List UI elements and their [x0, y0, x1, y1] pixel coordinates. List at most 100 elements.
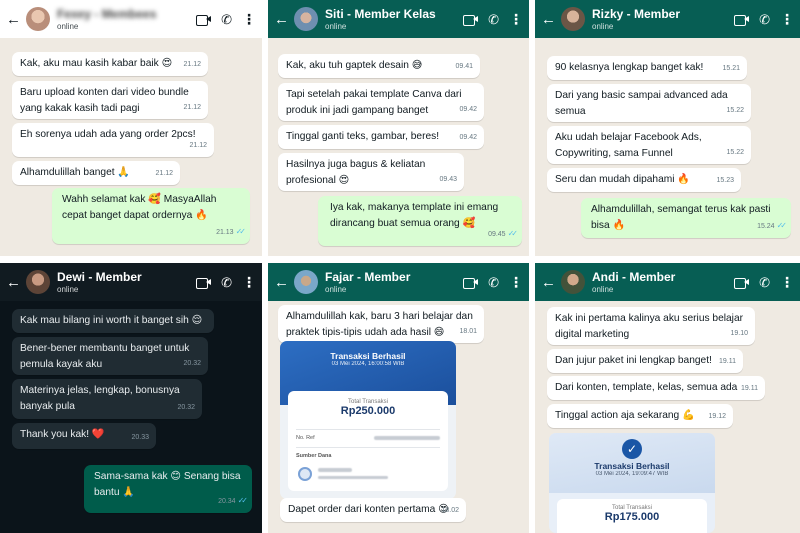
message-in[interactable]: Kak, aku tuh gaptek desain 😅 09.41: [278, 54, 480, 78]
message-list: Alhamdulillah kak, baru 3 hari belajar d…: [268, 301, 529, 533]
message-in[interactable]: Dan jujur paket ini lengkap banget! 19.1…: [547, 349, 743, 373]
total-amount: Rp250.000: [340, 405, 396, 417]
avatar[interactable]: [561, 7, 585, 31]
avatar[interactable]: [561, 270, 585, 294]
message-out[interactable]: Wahh selamat kak 🥰 MasyaAllah cepat bang…: [52, 188, 250, 244]
message-time: 18.01: [459, 328, 477, 335]
message-time: 21.12: [183, 104, 201, 111]
message-out[interactable]: Iya kak, makanya template ini emang dira…: [318, 196, 522, 246]
message-in[interactable]: Tinggal action aja sekarang 💪 19.12: [547, 404, 733, 428]
double-check-icon: ✓✓: [776, 221, 788, 230]
message-in[interactable]: Eh sorenya udah ada yang order 2pcs! 21.…: [12, 123, 214, 157]
video-call-icon[interactable]: [196, 14, 211, 26]
message-in[interactable]: Hasilnya juga bagus & keliatan profesion…: [278, 153, 464, 191]
video-call-icon[interactable]: [734, 14, 749, 26]
message-in[interactable]: Alhamdulillah banget 🙏 21.12: [12, 161, 180, 185]
message-text: 90 kelasnya lengkap banget kak!: [555, 62, 704, 73]
more-vertical-icon[interactable]: ⋮: [242, 275, 256, 289]
contact-name: Fajar - Member: [325, 270, 411, 284]
phone-icon[interactable]: ✆: [221, 276, 232, 289]
chat-header: ← Fexey - Membees online ✆ ⋮: [0, 0, 262, 38]
chat-panel-3: ← Rizky - Member online ✆ ⋮ 90 kelasnya …: [535, 0, 800, 256]
avatar[interactable]: [294, 7, 318, 31]
contact-info[interactable]: Rizky - Member online: [592, 7, 728, 31]
message-in[interactable]: 90 kelasnya lengkap banget kak! 15.21: [547, 56, 747, 80]
more-vertical-icon[interactable]: ⋮: [509, 275, 523, 289]
back-arrow-icon[interactable]: ←: [541, 12, 557, 27]
message-time: 20.34: [218, 498, 236, 505]
message-in[interactable]: Materinya jelas, lengkap, bonusnya banya…: [12, 379, 202, 419]
more-vertical-icon[interactable]: ⋮: [242, 12, 256, 26]
contact-info[interactable]: Andi - Member online: [592, 270, 728, 294]
contact-info[interactable]: Dewi - Member online: [57, 270, 190, 294]
avatar[interactable]: [26, 7, 50, 31]
receipt-date: 03 Mei 2024, 19:09:47 WIB: [595, 471, 669, 477]
message-in[interactable]: Alhamdulillah kak, baru 3 hari belajar d…: [278, 305, 484, 343]
message-out[interactable]: Alhamdulillah, semangat terus kak pasti …: [581, 198, 791, 238]
receipt-title: Transaksi Berhasil: [594, 461, 670, 471]
ref-number-redacted: [374, 436, 440, 440]
avatar[interactable]: [294, 270, 318, 294]
message-text: Kak mau bilang ini worth it banget sih 😌: [20, 315, 203, 326]
phone-icon[interactable]: ✆: [221, 13, 232, 26]
contact-status: online: [57, 22, 79, 31]
message-in[interactable]: Tinggal ganti teks, gambar, beres! 09.42: [278, 125, 484, 149]
phone-icon[interactable]: ✆: [759, 276, 770, 289]
message-in[interactable]: Tapi setelah pakai template Canva dari p…: [278, 83, 484, 121]
transaction-receipt-image[interactable]: Transaksi Berhasil 03 Mei 2024, 19:09:47…: [549, 433, 715, 533]
video-call-icon[interactable]: [734, 277, 749, 289]
contact-info[interactable]: Siti - Member Kelas online: [325, 7, 457, 31]
transaction-receipt-image[interactable]: Transaksi Berhasil 03 Mei 2024, 16:00:58…: [280, 341, 456, 499]
message-in[interactable]: Dari yang basic sampai advanced ada semu…: [547, 84, 751, 122]
more-vertical-icon[interactable]: ⋮: [780, 12, 794, 26]
message-in[interactable]: Seru dan mudah dipahami 🔥 15.23: [547, 168, 741, 192]
message-text: Tinggal action aja sekarang 💪: [555, 410, 695, 421]
video-call-icon[interactable]: [463, 277, 478, 289]
message-time: 21.12: [189, 142, 207, 149]
message-in[interactable]: Kak, aku mau kasih kabar baik 😍 21.12: [12, 52, 208, 76]
video-call-icon[interactable]: [463, 14, 478, 26]
back-arrow-icon[interactable]: ←: [6, 12, 22, 27]
phone-icon[interactable]: ✆: [488, 276, 499, 289]
back-arrow-icon[interactable]: ←: [6, 275, 22, 290]
back-arrow-icon[interactable]: ←: [274, 275, 290, 290]
more-vertical-icon[interactable]: ⋮: [509, 12, 523, 26]
message-in[interactable]: Dapet order dari konten pertama 😍 18.02: [280, 498, 466, 522]
divider: [296, 447, 440, 448]
message-time: 15.22: [726, 107, 744, 114]
phone-icon[interactable]: ✆: [759, 13, 770, 26]
message-time: 21.12: [183, 61, 201, 68]
message-time: 19.12: [708, 413, 726, 420]
message-text: Kak, aku tuh gaptek desain 😅: [286, 60, 423, 71]
back-arrow-icon[interactable]: ←: [274, 12, 290, 27]
chat-panel-5: ← Fajar - Member online ✆ ⋮ Alhamdulilla…: [268, 263, 529, 533]
message-in[interactable]: Baru upload konten dari video bundle yan…: [12, 81, 208, 119]
message-in[interactable]: Dari konten, template, kelas, semua ada …: [547, 376, 765, 400]
contact-info[interactable]: Fexey - Membees online: [57, 7, 190, 31]
receipt-card: Total Transaksi Rp175.000: [557, 499, 707, 533]
contact-status: online: [57, 285, 79, 294]
message-text: Alhamdulillah kak, baru 3 hari belajar d…: [286, 311, 473, 338]
message-text: Alhamdulillah, semangat terus kak pasti …: [591, 204, 771, 231]
chat-header: ← Dewi - Member online ✆ ⋮: [0, 263, 262, 301]
message-time: 09.42: [459, 106, 477, 113]
phone-icon[interactable]: ✆: [488, 13, 499, 26]
more-vertical-icon[interactable]: ⋮: [780, 275, 794, 289]
video-call-icon[interactable]: [196, 277, 211, 289]
message-text: Thank you kak! ❤️: [20, 429, 105, 440]
chat-header: ← Rizky - Member online ✆ ⋮: [535, 0, 800, 38]
message-time: 20.32: [177, 404, 195, 411]
message-in[interactable]: Bener-bener membantu banget untuk pemula…: [12, 337, 208, 375]
double-check-icon: ✓✓: [237, 496, 249, 505]
message-in[interactable]: Kak mau bilang ini worth it banget sih 😌: [12, 309, 214, 333]
avatar[interactable]: [26, 270, 50, 294]
message-time: 21.13: [216, 229, 234, 236]
message-in[interactable]: Thank you kak! ❤️ 20.33: [12, 423, 156, 449]
contact-info[interactable]: Fajar - Member online: [325, 270, 457, 294]
message-text: Tapi setelah pakai template Canva dari p…: [286, 89, 462, 116]
message-text: Kak, aku mau kasih kabar baik 😍: [20, 58, 173, 69]
back-arrow-icon[interactable]: ←: [541, 275, 557, 290]
message-out[interactable]: Sama-sama kak 😊 Senang bisa bantu 🙏 20.3…: [84, 465, 252, 513]
message-in[interactable]: Aku udah belajar Facebook Ads, Copywriti…: [547, 126, 751, 164]
message-in[interactable]: Kak ini pertama kalinya aku serius belaj…: [547, 307, 755, 345]
